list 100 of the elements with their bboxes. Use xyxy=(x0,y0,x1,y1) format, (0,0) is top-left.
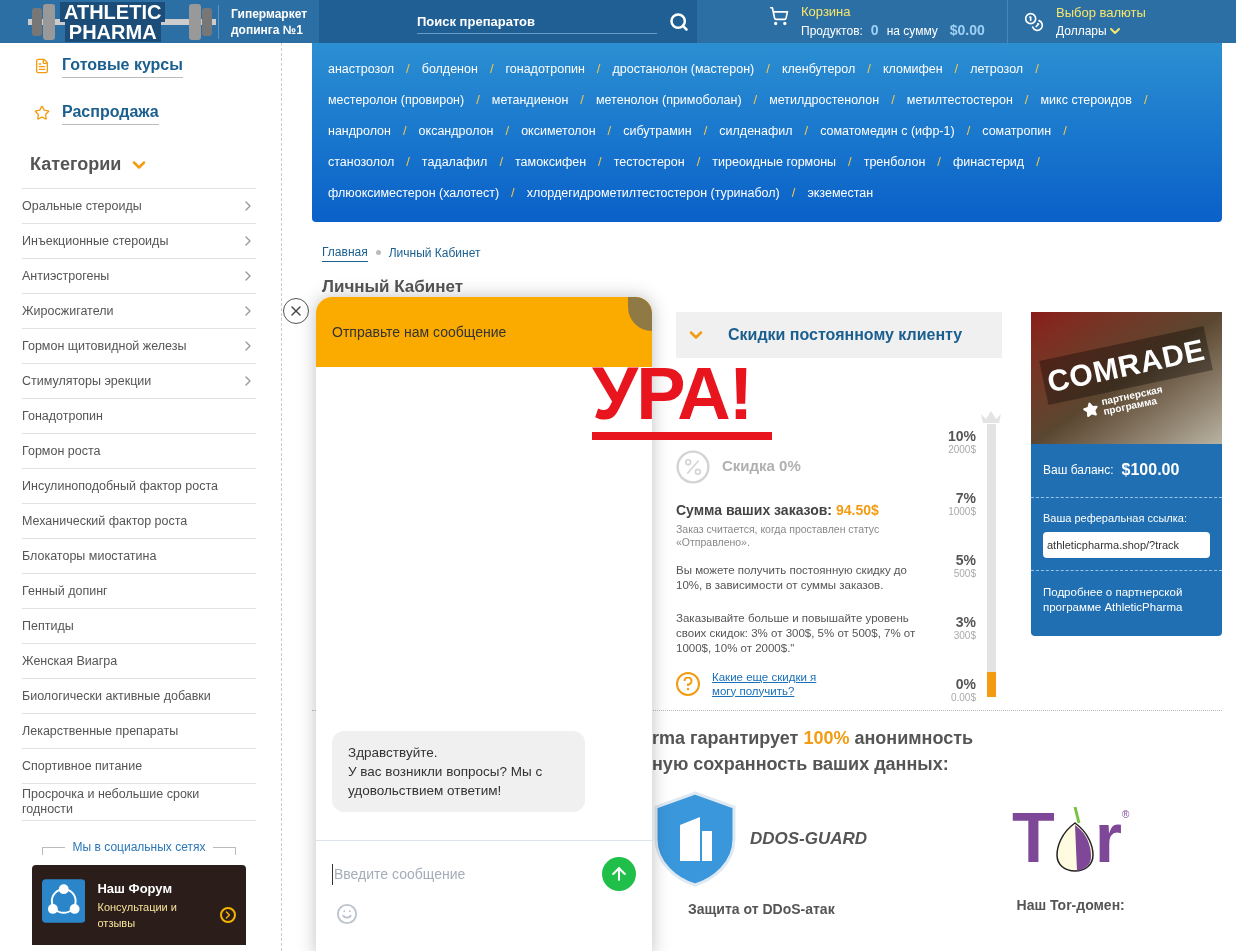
tag-separator: / xyxy=(511,184,515,203)
category-item[interactable]: Гонадотропин xyxy=(22,399,256,434)
category-item[interactable]: Пептиды xyxy=(22,609,256,644)
cart-icon[interactable] xyxy=(769,6,789,26)
category-item[interactable]: Инъекционные стероиды xyxy=(22,224,256,259)
tag-link[interactable]: нандролон xyxy=(328,121,391,141)
referral-label: Ваша реферальная ссылка: xyxy=(1043,510,1188,526)
tag-link[interactable]: силденафил xyxy=(719,121,793,141)
tag-separator: / xyxy=(596,60,601,79)
search-bar[interactable]: Поиск препаратов xyxy=(319,0,697,43)
category-item[interactable]: Гормон щитовидной железы xyxy=(22,329,256,364)
category-item[interactable]: Биологически активные добавки xyxy=(22,679,256,714)
category-item[interactable]: Просрочка и небольшие сроки годности xyxy=(22,784,256,821)
tag-link[interactable]: летрозол xyxy=(970,59,1024,79)
tag-link[interactable]: флюоксиместерон (халотест) xyxy=(328,183,500,203)
page-title: Личный Кабинет xyxy=(321,276,465,298)
social-title: Мы в социальных сетях xyxy=(64,839,214,855)
category-item[interactable]: Женская Виагра xyxy=(22,644,256,679)
tag-link[interactable]: кленбутерол xyxy=(781,59,856,79)
referral-link-field[interactable]: athleticpharma.shop/?track xyxy=(1043,532,1210,558)
tag-separator: / xyxy=(867,60,871,79)
message-input[interactable]: Введите сообщение xyxy=(332,863,582,885)
tag-link[interactable]: анастрозол xyxy=(328,59,395,79)
help-link[interactable]: Какие еще скидки я могу получить? xyxy=(712,669,822,698)
star-icon xyxy=(34,104,50,121)
tag-link[interactable]: тамоксифен xyxy=(515,152,587,172)
cart-sum: $0.00 xyxy=(949,21,985,40)
tag-separator: / xyxy=(607,122,612,141)
tag-link[interactable]: метилдростенолон xyxy=(769,90,880,110)
category-item[interactable]: Жиросжигатели xyxy=(22,294,256,329)
tag-separator: / xyxy=(753,91,758,110)
chat-title: Отправьте нам сообщение xyxy=(332,322,507,342)
tag-link[interactable]: оксандролон xyxy=(418,121,494,141)
sidebar-link[interactable]: Распродажа xyxy=(62,100,159,125)
tag-link[interactable]: сибутрамин xyxy=(623,121,692,141)
tag-separator: / xyxy=(403,122,407,141)
tag-separator: / xyxy=(1035,60,1039,79)
tag-link[interactable]: метандиенон xyxy=(491,90,569,110)
currency-dropdown[interactable]: Доллары xyxy=(1056,21,1146,40)
tag-link[interactable]: местеролон (провирон) xyxy=(328,90,465,110)
category-item[interactable]: Генный допинг xyxy=(22,574,256,609)
cart-title[interactable]: Корзина xyxy=(801,2,985,21)
tag-separator: / xyxy=(696,153,701,172)
category-item[interactable]: Антиэстрогены xyxy=(22,259,256,294)
search-icon[interactable] xyxy=(669,11,689,32)
category-item[interactable]: Блокаторы миостатина xyxy=(22,539,256,574)
tag-link[interactable]: соматропин xyxy=(982,121,1052,141)
ddos-caption: Защита от DDoS-атак xyxy=(688,899,835,919)
categories-title: Категории xyxy=(30,153,122,176)
tag-link[interactable]: оксиметолон xyxy=(521,121,596,141)
tag-separator: / xyxy=(1143,91,1148,110)
category-item[interactable]: Лекарственные препараты xyxy=(22,714,256,749)
tag-separator: / xyxy=(791,184,796,203)
tag-link[interactable]: метенолон (примоболан) xyxy=(595,90,742,110)
tag-separator: / xyxy=(804,122,809,141)
tag-link[interactable]: хлордегидрометилтестостерон (туринабол) xyxy=(526,183,780,203)
category-item[interactable]: Инсулиноподобный фактор роста xyxy=(22,469,256,504)
tag-separator: / xyxy=(406,153,410,172)
forum-banner[interactable]: Наш Форум Консультации и отзывы xyxy=(32,865,246,945)
tag-link[interactable]: дростанолон (мастерон) xyxy=(612,59,755,79)
category-item[interactable]: Механический фактор роста xyxy=(22,504,256,539)
tag-link[interactable]: соматомедин с (ифр-1) xyxy=(820,121,955,141)
tag-link[interactable]: кломифен xyxy=(882,59,943,79)
sidebar-link[interactable]: Готовые курсы xyxy=(62,53,183,78)
breadcrumb-item[interactable]: Личный Кабинет xyxy=(388,243,481,262)
tag-link[interactable]: тестостерон xyxy=(613,152,685,172)
breadcrumb-item[interactable]: Главная xyxy=(322,243,368,262)
forum-title: Наш Форум xyxy=(97,880,174,898)
tag-separator: / xyxy=(580,91,584,110)
tier-percent: 10% xyxy=(947,429,976,443)
partner-program-link[interactable]: Подробнее о партнерской программе AthleticPharma xyxy=(1031,571,1222,615)
tag-separator: / xyxy=(937,153,941,172)
close-button[interactable] xyxy=(283,298,309,324)
tag-link[interactable]: метилтестостерон xyxy=(906,90,1013,110)
tag-link[interactable]: гонадотропин xyxy=(505,59,585,79)
tag-link[interactable]: экземестан xyxy=(807,183,874,203)
tag-separator: / xyxy=(766,60,770,79)
tag-separator: / xyxy=(505,122,510,141)
tier-amount: 0.00$ xyxy=(950,690,976,704)
tag-separator: / xyxy=(598,153,602,172)
tag-link[interactable]: финастерид xyxy=(953,152,1025,172)
category-item[interactable]: Спортивное питание xyxy=(22,749,256,784)
discount-header[interactable]: Скидки постоянному клиенту xyxy=(676,311,1002,358)
shield-building-icon xyxy=(652,790,738,887)
category-item[interactable]: Оральные стероиды xyxy=(22,189,256,224)
overlay-exclamation-text: УРА! xyxy=(592,358,752,430)
tag-link[interactable]: станозолол xyxy=(328,152,395,172)
currency-title: Выбор валюты xyxy=(1056,3,1146,22)
tag-link[interactable]: тренболон xyxy=(863,152,926,172)
tag-link[interactable]: тадалафил xyxy=(421,152,488,172)
tag-separator: / xyxy=(1063,122,1067,141)
anonymity-heading: ную сохранность ваших данных: xyxy=(652,752,950,776)
search-input[interactable]: Поиск препаратов xyxy=(417,9,657,34)
category-item[interactable]: Стимуляторы эрекции xyxy=(22,364,256,399)
info-text: Заказывайте больше и повышайте уровень своих скидок: 3% от 300$, 5% от 500$, 7% от 1000$, 10% от 2000$." xyxy=(676,610,917,656)
tag-link[interactable]: тиреоидные гормоны xyxy=(712,152,837,172)
category-item[interactable]: Гормон роста xyxy=(22,434,256,469)
tag-link[interactable]: болденон xyxy=(421,59,478,79)
tag-link[interactable]: микс стероидов xyxy=(1040,90,1132,110)
corner-decoration xyxy=(628,297,652,331)
